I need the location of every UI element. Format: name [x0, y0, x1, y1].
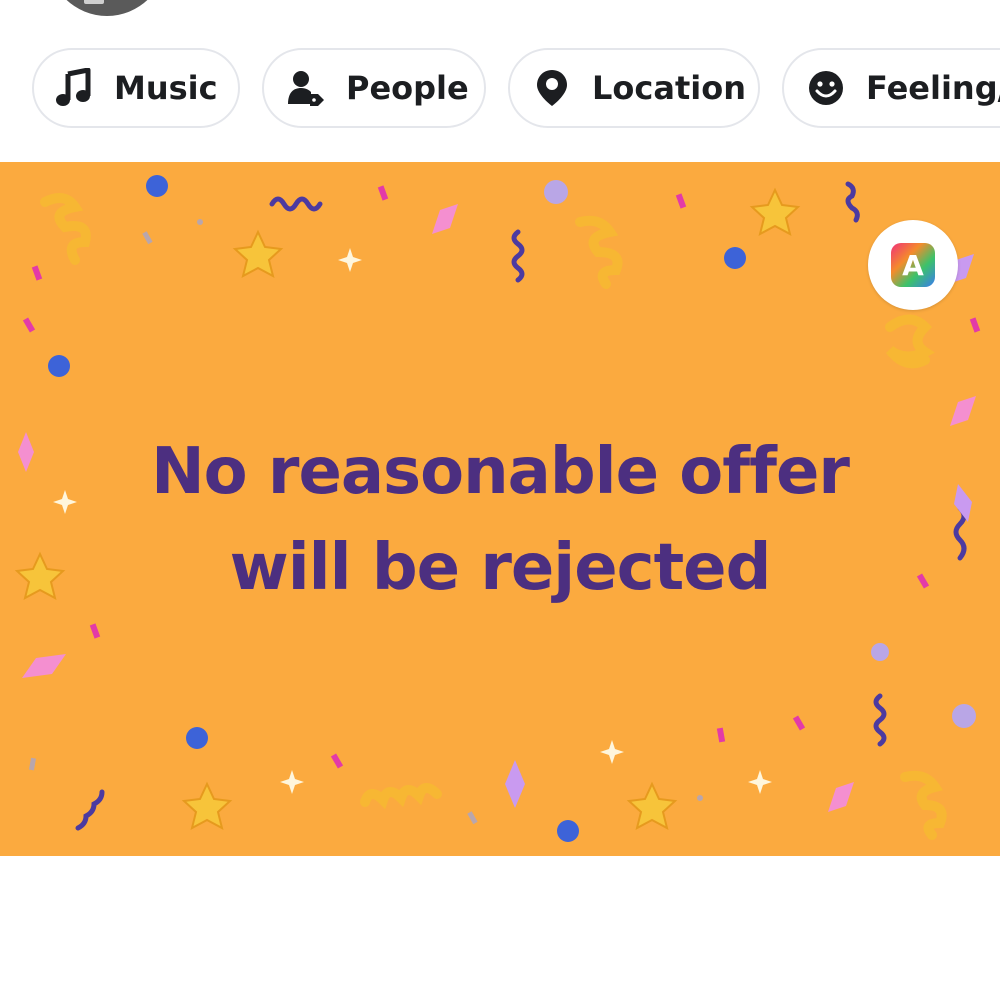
squiggle: [885, 314, 935, 369]
squiggle: [900, 770, 947, 840]
music-note-icon: [54, 68, 94, 108]
tag-people-button[interactable]: People: [262, 48, 486, 128]
feeling-label: Feeling/a: [866, 69, 1000, 107]
post-text[interactable]: No reasonable offer will be rejected: [0, 424, 1000, 616]
squiggle: [40, 193, 91, 265]
avatar[interactable]: [48, 0, 166, 16]
squiggle: [575, 215, 623, 289]
post-text-line-1: No reasonable offer: [151, 435, 850, 509]
attachment-options-bar: Music People Location Feeling: [0, 48, 1000, 130]
location-label: Location: [592, 69, 746, 107]
feeling-activity-button[interactable]: Feeling/a: [782, 48, 1000, 128]
background-post-canvas[interactable]: No reasonable offer will be rejected A: [0, 162, 1000, 856]
location-button[interactable]: Location: [508, 48, 760, 128]
music-label: Music: [114, 69, 218, 107]
squiggle: [360, 783, 442, 810]
tag-people-icon: [286, 68, 326, 108]
text-style-button[interactable]: A: [868, 220, 958, 310]
people-label: People: [346, 69, 469, 107]
smiley-face-icon: [806, 68, 846, 108]
location-pin-icon: [532, 68, 572, 108]
avatar-badge: [84, 0, 104, 4]
post-composer: Music People Location Feeling No reasona…: [0, 0, 1000, 1000]
post-text-line-2: will be rejected: [229, 531, 772, 605]
text-style-icon: A: [891, 243, 935, 287]
music-button[interactable]: Music: [32, 48, 240, 128]
